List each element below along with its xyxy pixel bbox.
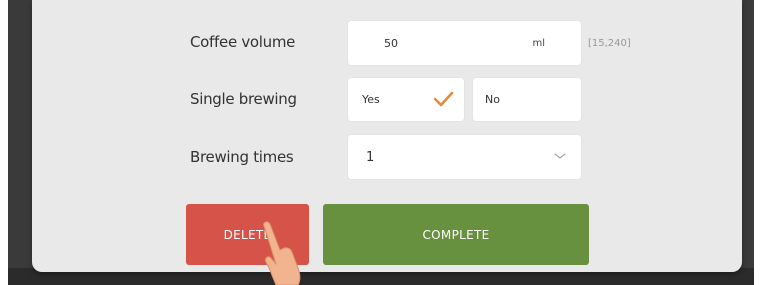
coffee-volume-label: Coffee volume xyxy=(190,33,296,51)
complete-button[interactable]: COMPLETE xyxy=(323,204,589,265)
brewing-times-select[interactable]: 1 xyxy=(348,135,581,179)
brewing-times-label: Brewing times xyxy=(190,148,294,166)
single-brewing-yes-option[interactable]: Yes xyxy=(348,78,464,121)
coffee-volume-unit: ml xyxy=(532,37,545,49)
coffee-volume-value: 50 xyxy=(384,36,398,50)
coffee-volume-input[interactable]: 50 ml xyxy=(348,21,581,65)
hand-pointer-icon xyxy=(263,221,301,285)
single-brewing-label: Single brewing xyxy=(190,90,297,108)
brewing-times-value: 1 xyxy=(366,149,375,165)
check-icon xyxy=(433,91,454,107)
chevron-down-icon xyxy=(554,153,566,159)
coffee-volume-range-hint: [15,240] xyxy=(588,38,631,49)
single-brewing-no-option[interactable]: No xyxy=(473,78,581,121)
no-option-label: No xyxy=(485,93,500,106)
yes-option-label: Yes xyxy=(362,93,380,106)
